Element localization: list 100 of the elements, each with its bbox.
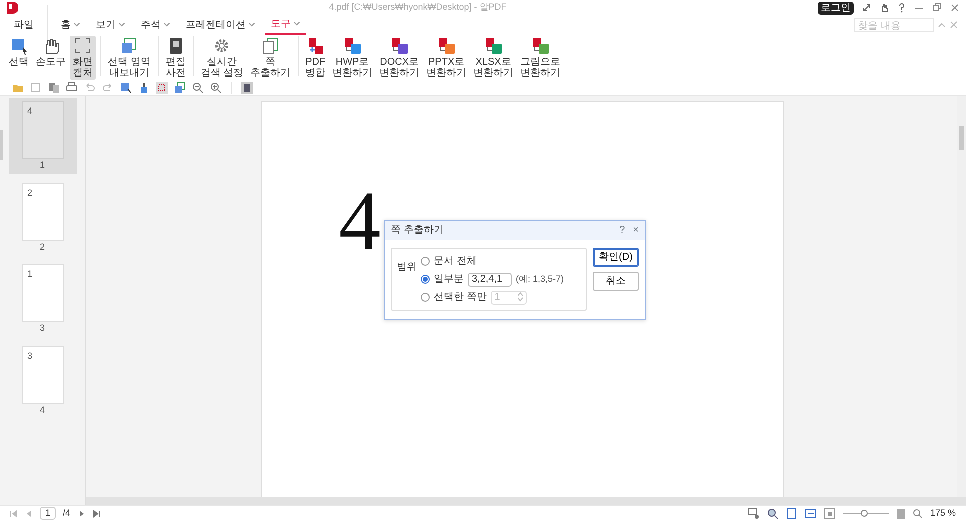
horizontal-scrollbar[interactable] <box>86 497 966 505</box>
ribbon-button[interactable]: XLSX로 변환하기 <box>470 36 517 80</box>
undo-icon[interactable] <box>84 82 96 94</box>
window-title: 4.pdf [C:₩Users₩hyonk₩Desktop] - 알PDF <box>328 1 508 14</box>
group-label: 범위 <box>397 261 417 275</box>
page-number: 3 <box>40 322 45 335</box>
help-button[interactable]: ? <box>620 223 626 238</box>
ribbon-button[interactable]: DOCX로 변환하기 <box>376 36 423 80</box>
fit-icon[interactable] <box>896 508 906 520</box>
menu-tab[interactable]: 홈 <box>55 16 86 34</box>
thumbnail-text: 2 <box>28 188 33 198</box>
fit-page-icon[interactable] <box>786 508 798 520</box>
menu-tab[interactable]: 프레젠테이션 <box>180 16 261 34</box>
ribbon-button[interactable]: 쪽 추출하기 <box>248 36 294 80</box>
save-icon[interactable] <box>30 82 42 94</box>
radio-button[interactable] <box>421 293 430 302</box>
file-convert-icon <box>390 37 409 55</box>
zoom-in-icon[interactable] <box>210 82 222 94</box>
select-icon[interactable] <box>120 82 132 94</box>
app-logo-icon <box>6 1 18 15</box>
view-icon[interactable] <box>748 508 760 520</box>
capture-icon <box>74 37 92 55</box>
previous-icon[interactable] <box>25 510 33 518</box>
file-convert-icon <box>438 37 456 55</box>
page-number: 4 <box>40 404 45 416</box>
last-page-icon[interactable] <box>92 510 101 518</box>
ribbon-button[interactable]: PDF 병합 <box>302 36 329 80</box>
file-convert-icon <box>484 37 503 55</box>
select-icon <box>10 37 28 55</box>
menu-tab[interactable]: 도구 <box>265 16 306 34</box>
help-icon[interactable] <box>898 3 906 13</box>
caret-icon <box>74 23 80 27</box>
page-range-field[interactable]: 3,2,4,1 <box>468 272 512 286</box>
hand-icon[interactable] <box>880 3 890 13</box>
caret-icon <box>119 23 125 27</box>
ribbon-button[interactable]: 화면 캡처 <box>70 36 96 80</box>
menu-tab[interactable]: 파일 <box>8 16 40 34</box>
close-icon[interactable] <box>950 3 960 13</box>
ribbon-button[interactable]: 선택 영역 내보내기 <box>105 36 154 80</box>
spin-arrows-icon <box>518 292 523 302</box>
ribbon-button[interactable]: 실시간 검색 설정 <box>198 36 247 80</box>
next-icon[interactable] <box>78 510 86 518</box>
close-button[interactable]: × <box>633 223 639 238</box>
expand-icon[interactable] <box>862 3 872 13</box>
ok-button[interactable]: 확인(D) <box>593 248 639 267</box>
first-page-icon[interactable] <box>10 510 18 518</box>
merge-icon <box>306 37 325 55</box>
radio-button[interactable] <box>421 257 430 266</box>
copy-icon[interactable] <box>48 82 60 94</box>
page-text: 4 <box>339 180 381 264</box>
redo-icon[interactable] <box>102 82 114 94</box>
menu-tab[interactable]: 주석 <box>135 16 176 34</box>
ribbon-button[interactable]: 손도구 <box>33 36 69 69</box>
page-thumbnail[interactable]: 1 3 <box>8 261 76 336</box>
cancel-button[interactable]: 취소 <box>593 272 639 291</box>
menu-tab[interactable]: 보기 <box>90 16 131 34</box>
export-icon[interactable] <box>174 82 186 94</box>
thumbnail-text: 1 <box>28 269 33 279</box>
export-icon <box>120 37 138 55</box>
login-button[interactable]: 로그인 <box>818 2 854 14</box>
page-number: 1 <box>40 159 45 172</box>
file-convert-icon <box>532 37 550 55</box>
caret-icon <box>249 23 255 27</box>
radio-button[interactable] <box>421 275 430 284</box>
zoom-out-icon[interactable] <box>192 82 204 94</box>
page-thumbnail[interactable]: 3 4 <box>8 342 76 418</box>
ribbon-button[interactable]: 선택 <box>6 36 32 69</box>
caret-icon <box>164 23 170 27</box>
page-field[interactable]: 1 <box>40 507 56 520</box>
ribbon-button[interactable]: 그림으로 변환하기 <box>518 36 564 80</box>
page-thumbnail[interactable]: 2 2 <box>8 180 76 255</box>
file-convert-icon <box>344 37 362 55</box>
actual-size-icon[interactable] <box>824 508 836 520</box>
search-icon[interactable] <box>913 508 924 518</box>
panel-icon[interactable] <box>241 82 253 94</box>
page-total: /4 <box>63 506 71 520</box>
page-number: 2 <box>40 240 45 254</box>
hint-text: (예: 1,3,5-7) <box>516 272 564 286</box>
thumbnail-text: 3 <box>28 350 33 360</box>
restore-icon[interactable] <box>932 3 942 13</box>
ribbon-button[interactable]: PPTX로 변환하기 <box>424 36 470 80</box>
thumbnail-text: 4 <box>28 106 33 116</box>
caret-icon <box>294 22 300 26</box>
ribbon-button[interactable]: HWP로 변환하기 <box>330 36 376 80</box>
dialog-title: 쪽 추출하기 <box>391 224 445 238</box>
radio-label: 일부분 <box>434 273 464 287</box>
print-icon[interactable] <box>66 82 78 94</box>
radio-label: 선택한 쪽만 <box>434 291 487 305</box>
page-thumbnail[interactable]: 4 1 <box>8 98 76 174</box>
radio-label: 문서 전체 <box>434 255 477 269</box>
zoom-icon[interactable] <box>767 508 780 520</box>
fit-width-icon[interactable] <box>805 508 818 520</box>
panel-handle-icon[interactable] <box>0 130 3 160</box>
up-icon[interactable] <box>938 22 946 28</box>
ribbon-button[interactable]: 편집 사전 <box>162 36 189 80</box>
zoom-level: 175 % <box>930 506 956 520</box>
capture-icon[interactable] <box>156 82 168 94</box>
settings-icon <box>213 37 232 55</box>
pages-icon <box>262 37 280 55</box>
close-icon[interactable] <box>950 21 958 29</box>
